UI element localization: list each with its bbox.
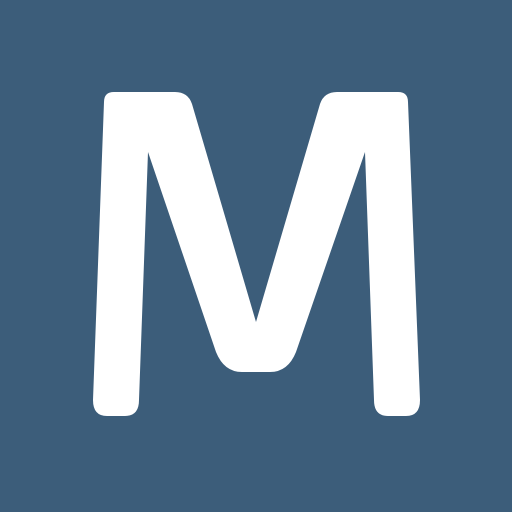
app-icon bbox=[0, 0, 512, 512]
letter-m-logo-icon bbox=[93, 92, 420, 416]
letter-m-glyph bbox=[93, 92, 420, 416]
